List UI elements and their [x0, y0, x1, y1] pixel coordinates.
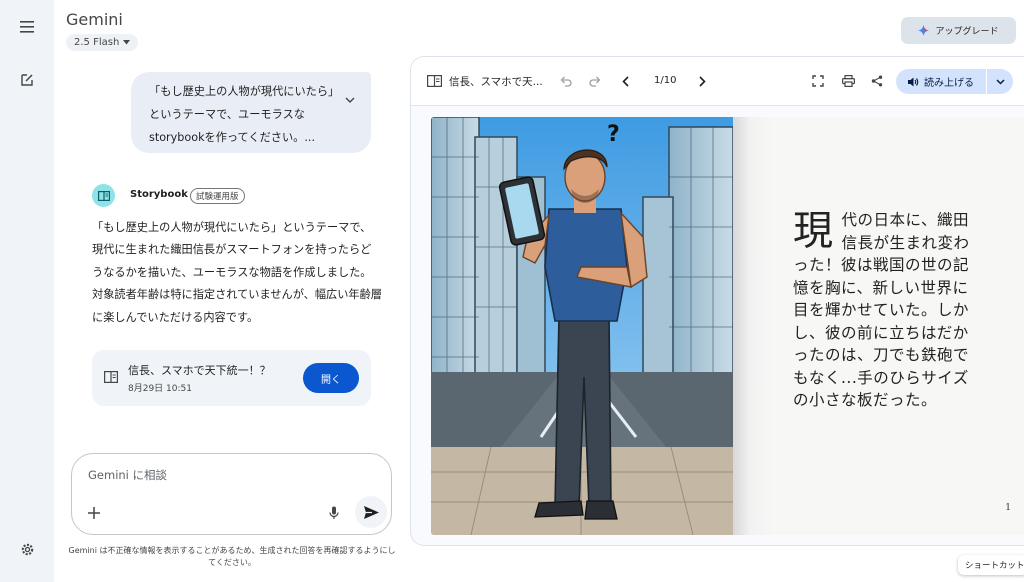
- book-icon: [104, 371, 119, 386]
- plus-icon: [88, 507, 100, 519]
- text-page: 現代の日本に、織田信長が生まれ変わった！彼は戦国の世の記憶を胸に、新しい世界に目…: [733, 117, 1024, 535]
- prompt-box: [71, 453, 392, 535]
- user-message-text: 「もし歴史上の人物が現代にいたら」というテーマで、ユーモラスなstorybook…: [149, 85, 340, 144]
- storybook-toolbar: 信長、スマホで天... 1/10 読み上げる: [411, 57, 1024, 106]
- chevron-left-icon: [621, 75, 629, 87]
- read-aloud-label: 読み上げる: [924, 78, 974, 89]
- open-storybook-button[interactable]: 開く: [303, 363, 359, 393]
- model-name: 2.5 Flash: [74, 37, 120, 48]
- side-rail: [0, 0, 54, 582]
- add-attachment-button[interactable]: [84, 503, 104, 523]
- next-page-button[interactable]: [691, 70, 713, 92]
- chevron-down-icon: [345, 97, 355, 103]
- undo-button[interactable]: [555, 70, 577, 92]
- shortcuts-button[interactable]: ショートカット: [958, 555, 1024, 575]
- chevron-down-icon: [995, 78, 1005, 85]
- speaker-icon: [908, 77, 919, 86]
- storybook-card-title: 信長、スマホで天下統一！？: [128, 364, 271, 377]
- share-button[interactable]: [866, 70, 888, 92]
- book-icon-button: [423, 70, 445, 92]
- fullscreen-icon: [812, 75, 824, 87]
- experimental-badge: 試験運用版: [190, 188, 245, 204]
- mic-icon: [329, 506, 339, 519]
- read-aloud-options-button[interactable]: [987, 69, 1013, 94]
- microphone-button[interactable]: [324, 502, 344, 524]
- prompt-input[interactable]: [88, 465, 368, 485]
- settings-button[interactable]: [14, 536, 40, 562]
- storybook-spread: ? 現代の日本に、織田信長が生まれ変わった！彼は戦国の世の記憶を胸に、新しい世界…: [431, 117, 1024, 535]
- print-icon: [841, 75, 855, 87]
- new-chat-button[interactable]: [14, 67, 40, 93]
- redo-icon: [589, 76, 601, 87]
- send-icon: [363, 505, 379, 519]
- story-text: 現代の日本に、織田信長が生まれ変わった！彼は戦国の世の記憶を胸に、新しい世界に目…: [793, 209, 983, 412]
- redo-button[interactable]: [584, 70, 606, 92]
- print-button[interactable]: [837, 70, 859, 92]
- read-aloud-button[interactable]: 読み上げる: [896, 69, 986, 94]
- model-selector[interactable]: 2.5 Flash: [66, 34, 139, 51]
- response-author: Storybook: [130, 189, 188, 200]
- book-icon: [97, 190, 110, 201]
- response-text: 「もし歴史上の人物が現代にいたら」というテーマで、現代に生まれた織田信長がスマー…: [92, 221, 382, 324]
- previous-page-button[interactable]: [614, 70, 636, 92]
- storybook-title: 信長、スマホで天...: [449, 76, 543, 88]
- storybook-avatar: [92, 184, 115, 207]
- edit-icon: [21, 74, 33, 86]
- storybook-card-date: 8月29日 10:51: [128, 384, 192, 394]
- menu-button[interactable]: [14, 14, 40, 40]
- illustration-page: ?: [431, 117, 733, 535]
- app-title: Gemini: [66, 10, 123, 29]
- user-message: 「もし歴史上の人物が現代にいたら」というテーマで、ユーモラスなstorybook…: [131, 72, 371, 153]
- fullscreen-button[interactable]: [807, 70, 829, 92]
- page-indicator: 1/10: [654, 75, 677, 86]
- chevron-right-icon: [698, 75, 706, 87]
- send-button[interactable]: [355, 496, 387, 528]
- upgrade-button[interactable]: アップグレード: [901, 17, 1016, 44]
- expand-message-button[interactable]: [345, 88, 355, 111]
- page-number: 1: [1005, 503, 1011, 513]
- menu-icon: [20, 21, 34, 33]
- storybook-card[interactable]: 信長、スマホで天下統一！？ 8月29日 10:51 開く: [92, 350, 371, 406]
- storybook-illustration: ?: [431, 117, 733, 535]
- book-icon: [426, 75, 442, 87]
- gear-icon: [21, 543, 33, 555]
- undo-icon: [560, 76, 572, 87]
- share-icon: [871, 75, 883, 87]
- upgrade-label: アップグレード: [935, 27, 999, 37]
- sparkle-icon: [918, 25, 930, 36]
- storybook-panel: 信長、スマホで天... 1/10 読み上げる ? 現 代の日本に、織田信長が生ま…: [410, 56, 1024, 546]
- disclaimer-text: Gemini は不正確な情報を表示することがあるため、生成された回答を再確認する…: [68, 546, 396, 567]
- question-mark-text: ?: [607, 122, 620, 147]
- caret-down-icon: [123, 40, 131, 45]
- story-dropcap: 現: [793, 208, 834, 254]
